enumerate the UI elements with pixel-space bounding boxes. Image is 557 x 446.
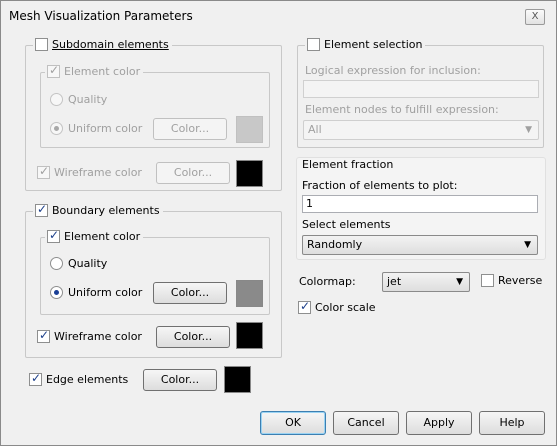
subdomain-color-swatch	[236, 116, 263, 143]
subdomain-uniform-radio[interactable]: Uniform color	[50, 122, 142, 135]
reverse-checkbox-box[interactable]	[481, 274, 494, 287]
help-button[interactable]: Help	[479, 411, 545, 435]
boundary-quality-radio[interactable]: Quality	[50, 257, 107, 270]
boundary-wireframe-checkbox[interactable]: Wireframe color	[37, 328, 142, 343]
boundary-checkbox[interactable]: Boundary elements	[33, 202, 163, 217]
subdomain-color-button[interactable]: Color...	[153, 118, 227, 140]
subdomain-wireframe-swatch	[236, 160, 263, 187]
fraction-label: Fraction of elements to plot:	[302, 179, 458, 192]
chevron-down-icon: ▼	[525, 125, 532, 135]
subdomain-uniform-radio-dot[interactable]	[50, 122, 63, 135]
ok-button[interactable]: OK	[260, 411, 326, 435]
window-title: Mesh Visualization Parameters	[9, 9, 193, 23]
boundary-element-color-box[interactable]	[47, 228, 60, 243]
close-button[interactable]: X	[525, 9, 545, 25]
boundary-element-color-checkbox[interactable]: Element color	[45, 228, 144, 243]
subdomain-element-color-box[interactable]	[47, 63, 60, 78]
title-bar: Mesh Visualization Parameters X	[1, 1, 556, 31]
colormap-value: jet	[387, 275, 402, 288]
close-icon: X	[531, 11, 539, 22]
edge-checkbox[interactable]: Edge elements	[29, 371, 129, 386]
logical-expression-label: Logical expression for inclusion:	[305, 64, 481, 77]
subdomain-wireframe-button[interactable]: Color...	[156, 162, 230, 184]
element-fraction-title: Element fraction	[302, 158, 394, 171]
boundary-checkbox-box[interactable]	[35, 202, 48, 217]
subdomain-label: Subdomain elements	[52, 38, 169, 51]
element-selection-label: Element selection	[324, 38, 423, 51]
edge-color-button[interactable]: Color...	[143, 369, 217, 391]
subdomain-quality-radio[interactable]: Quality	[50, 93, 107, 106]
subdomain-wireframe-label: Wireframe color	[54, 166, 142, 179]
element-nodes-label: Element nodes to fulfill expression:	[305, 103, 499, 116]
edge-color-swatch	[224, 366, 251, 393]
edge-checkbox-box[interactable]	[29, 371, 42, 386]
color-scale-checkbox[interactable]: Color scale	[298, 299, 376, 314]
color-scale-label: Color scale	[315, 301, 376, 314]
cancel-button[interactable]: Cancel	[333, 411, 399, 435]
boundary-element-color-label: Element color	[64, 230, 141, 243]
subdomain-wireframe-checkbox[interactable]: Wireframe color	[37, 164, 142, 179]
boundary-quality-radio-dot[interactable]	[50, 257, 63, 270]
select-elements-label: Select elements	[302, 218, 391, 231]
boundary-color-button[interactable]: Color...	[153, 282, 227, 304]
boundary-color-swatch	[236, 280, 263, 307]
colormap-select[interactable]: jet ▼	[382, 272, 470, 292]
subdomain-checkbox[interactable]: Subdomain elements	[33, 38, 172, 51]
color-scale-checkbox-box[interactable]	[298, 299, 311, 314]
subdomain-quality-label: Quality	[68, 93, 108, 106]
element-nodes-value: All	[308, 123, 322, 136]
boundary-wireframe-swatch	[236, 322, 263, 349]
boundary-wireframe-button[interactable]: Color...	[156, 326, 230, 348]
boundary-wireframe-label: Wireframe color	[54, 330, 142, 343]
select-elements-dropdown[interactable]: Randomly ▼	[302, 235, 538, 255]
subdomain-checkbox-box[interactable]	[35, 38, 48, 51]
logical-expression-input[interactable]	[303, 80, 539, 98]
apply-button[interactable]: Apply	[406, 411, 472, 435]
reverse-checkbox[interactable]: Reverse	[481, 274, 542, 287]
reverse-label: Reverse	[498, 274, 543, 287]
boundary-uniform-radio[interactable]: Uniform color	[50, 286, 142, 299]
chevron-down-icon: ▼	[524, 240, 531, 250]
element-selection-checkbox[interactable]: Element selection	[305, 38, 426, 51]
colormap-label: Colormap:	[299, 275, 356, 288]
subdomain-uniform-label: Uniform color	[68, 122, 143, 135]
element-nodes-select[interactable]: All ▼	[303, 120, 539, 140]
element-selection-box[interactable]	[307, 38, 320, 51]
chevron-down-icon: ▼	[456, 277, 463, 287]
boundary-uniform-label: Uniform color	[68, 286, 143, 299]
fraction-input[interactable]: 1	[302, 195, 538, 213]
select-elements-value: Randomly	[307, 238, 363, 251]
boundary-wireframe-box[interactable]	[37, 328, 50, 343]
subdomain-quality-radio-dot[interactable]	[50, 93, 63, 106]
subdomain-element-color-label: Element color	[64, 65, 141, 78]
edge-label: Edge elements	[46, 373, 129, 386]
subdomain-element-color-checkbox[interactable]: Element color	[45, 63, 144, 78]
boundary-quality-label: Quality	[68, 257, 108, 270]
subdomain-wireframe-box[interactable]	[37, 164, 50, 179]
boundary-uniform-radio-dot[interactable]	[50, 286, 63, 299]
boundary-label: Boundary elements	[52, 204, 160, 217]
